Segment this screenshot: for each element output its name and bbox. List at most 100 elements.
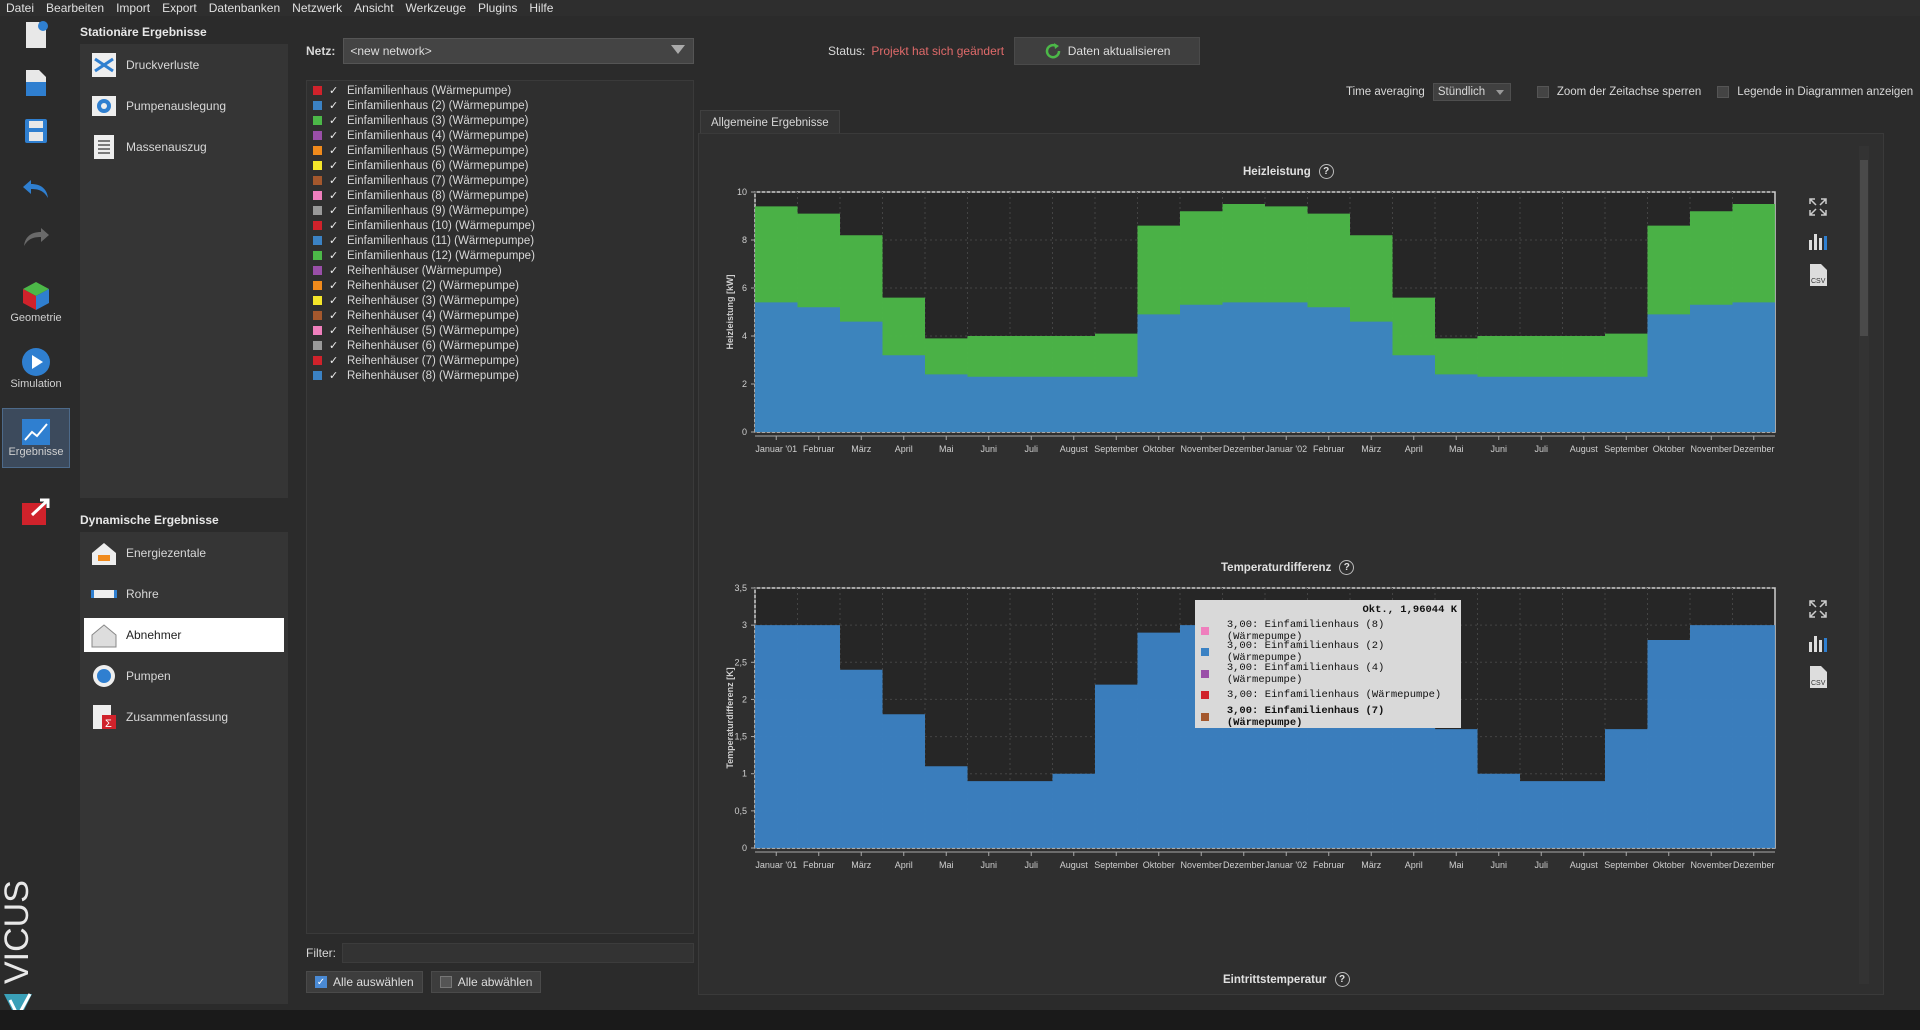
- checkmark-icon[interactable]: ✓: [329, 189, 341, 202]
- consumer-list-item[interactable]: ✓ Reihenhäuser (3) (Wärmepumpe): [313, 293, 693, 308]
- undo-button[interactable]: [2, 172, 70, 206]
- y-tick-label: 6: [742, 283, 747, 293]
- tab-general-results[interactable]: Allgemeine Ergebnisse: [700, 110, 840, 134]
- help-icon[interactable]: ?: [1339, 560, 1355, 575]
- consumer-list-item[interactable]: ✓ Einfamilienhaus (4) (Wärmepumpe): [313, 128, 693, 143]
- checkmark-icon[interactable]: ✓: [329, 354, 341, 367]
- consumers-button[interactable]: Abnehmer: [84, 618, 284, 652]
- pump-sizing-button[interactable]: Pumpenauslegung: [84, 89, 284, 123]
- save-project-button[interactable]: [2, 114, 70, 148]
- checkmark-icon[interactable]: ✓: [329, 159, 341, 172]
- menu-item[interactable]: Datei: [0, 1, 40, 15]
- consumer-list-item[interactable]: ✓ Reihenhäuser (8) (Wärmepumpe): [313, 368, 693, 383]
- consumer-list-item[interactable]: ✓ Reihenhäuser (2) (Wärmepumpe): [313, 278, 693, 293]
- bill-of-quantities-button[interactable]: Massenauszug: [84, 130, 284, 164]
- checkmark-icon[interactable]: ✓: [329, 309, 341, 322]
- consumer-list-item[interactable]: ✓ Einfamilienhaus (6) (Wärmepumpe): [313, 158, 693, 173]
- menu-item[interactable]: Bearbeiten: [40, 1, 110, 15]
- update-data-button[interactable]: Daten aktualisieren: [1014, 37, 1201, 65]
- consumer-list-item[interactable]: ✓ Einfamilienhaus (2) (Wärmepumpe): [313, 98, 693, 113]
- checkmark-icon[interactable]: ✓: [329, 144, 341, 157]
- consumer-name: Reihenhäuser (5) (Wärmepumpe): [347, 324, 519, 337]
- simulation-mode-button[interactable]: Simulation: [2, 340, 70, 396]
- chart-settings-button[interactable]: [1805, 228, 1831, 254]
- consumer-list-item[interactable]: ✓ Einfamilienhaus (12) (Wärmepumpe): [313, 248, 693, 263]
- save-icon: [25, 119, 47, 143]
- checkmark-icon[interactable]: ✓: [329, 279, 341, 292]
- checkmark-icon[interactable]: ✓: [329, 174, 341, 187]
- menu-item[interactable]: Datenbanken: [203, 1, 286, 15]
- show-legend-label: Legende in Diagrammen anzeigen: [1737, 86, 1914, 98]
- scrollbar-thumb[interactable]: [1860, 160, 1868, 336]
- new-file-icon: [26, 21, 48, 48]
- menu-item[interactable]: Werkzeuge: [400, 1, 472, 15]
- show-legend-checkbox[interactable]: [1717, 86, 1730, 98]
- chart-settings-button[interactable]: [1805, 630, 1831, 656]
- new-project-button[interactable]: [2, 18, 70, 52]
- filter-row: Filter:: [306, 942, 694, 964]
- consumer-list-item[interactable]: ✓ Einfamilienhaus (10) (Wärmepumpe): [313, 218, 693, 233]
- time-averaging-select[interactable]: Stündlich: [1432, 83, 1511, 101]
- help-icon[interactable]: ?: [1334, 972, 1350, 987]
- x-tick-label: September: [1604, 444, 1648, 454]
- consumer-list-item[interactable]: ✓ Reihenhäuser (Wärmepumpe): [313, 263, 693, 278]
- pressure-loss-button[interactable]: Druckverluste: [84, 48, 284, 82]
- checkmark-icon[interactable]: ✓: [329, 339, 341, 352]
- energy-center-button[interactable]: Energiezentale: [84, 536, 284, 570]
- checkmark-icon[interactable]: ✓: [329, 234, 341, 247]
- pumps-button[interactable]: Pumpen: [84, 659, 284, 693]
- consumer-name: Einfamilienhaus (9) (Wärmepumpe): [347, 204, 529, 217]
- filter-input[interactable]: [342, 943, 694, 963]
- menu-item[interactable]: Import: [110, 1, 156, 15]
- checkmark-icon[interactable]: ✓: [329, 294, 341, 307]
- export-csv-button[interactable]: CSV: [1805, 262, 1831, 288]
- results-scrollbar[interactable]: [1859, 146, 1869, 984]
- checkmark-icon[interactable]: ✓: [329, 129, 341, 142]
- select-all-button[interactable]: ✓ Alle auswählen: [306, 971, 423, 993]
- checkmark-icon[interactable]: ✓: [329, 114, 341, 127]
- summary-button[interactable]: Σ Zusammenfassung: [84, 700, 284, 734]
- svg-text:Σ: Σ: [105, 718, 112, 730]
- help-icon[interactable]: ?: [1318, 164, 1334, 179]
- results-mode-button[interactable]: Ergebnisse: [2, 408, 70, 468]
- zoom-fit-button[interactable]: [1805, 194, 1831, 220]
- x-tick-label: Juli: [1024, 444, 1038, 454]
- consumer-list-item[interactable]: ✓ Reihenhäuser (4) (Wärmepumpe): [313, 308, 693, 323]
- zoom-fit-button[interactable]: [1805, 596, 1831, 622]
- menu-item[interactable]: Hilfe: [523, 1, 559, 15]
- checkmark-icon[interactable]: ✓: [329, 324, 341, 337]
- checkmark-icon[interactable]: ✓: [329, 219, 341, 232]
- consumer-list-item[interactable]: ✓ Einfamilienhaus (Wärmepumpe): [313, 83, 693, 98]
- pipes-button[interactable]: Rohre: [84, 577, 284, 611]
- menu-item[interactable]: Ansicht: [348, 1, 399, 15]
- menu-item[interactable]: Netzwerk: [286, 1, 348, 15]
- redo-button[interactable]: [2, 220, 70, 254]
- zoom-lock-checkbox[interactable]: [1536, 86, 1549, 98]
- menu-item[interactable]: Export: [156, 1, 203, 15]
- menu-item[interactable]: Plugins: [472, 1, 523, 15]
- consumer-list-item[interactable]: ✓ Einfamilienhaus (5) (Wärmepumpe): [313, 143, 693, 158]
- checkmark-icon[interactable]: ✓: [329, 99, 341, 112]
- consumer-list-item[interactable]: ✓ Einfamilienhaus (8) (Wärmepumpe): [313, 188, 693, 203]
- consumer-list-item[interactable]: ✓ Einfamilienhaus (11) (Wärmepumpe): [313, 233, 693, 248]
- pressure-loss-icon: [90, 51, 118, 79]
- heating-power-chart[interactable]: 0 2 4 6 8 10 Januar '01 Februar März April Mai Juni…: [699, 182, 1785, 492]
- consumer-list-item[interactable]: ✓ Reihenhäuser (7) (Wärmepumpe): [313, 353, 693, 368]
- open-project-button[interactable]: [2, 66, 70, 100]
- checkmark-icon[interactable]: ✓: [329, 369, 341, 382]
- consumer-list-item[interactable]: ✓ Reihenhäuser (5) (Wärmepumpe): [313, 323, 693, 338]
- checkmark-icon[interactable]: ✓: [329, 204, 341, 217]
- deselect-all-button[interactable]: Alle abwählen: [430, 971, 542, 993]
- network-select[interactable]: <new network>: [343, 38, 694, 64]
- export-csv-button[interactable]: CSV: [1805, 664, 1831, 690]
- checkmark-icon[interactable]: ✓: [329, 249, 341, 262]
- consumer-list-item[interactable]: ✓ Einfamilienhaus (9) (Wärmepumpe): [313, 203, 693, 218]
- checkmark-icon[interactable]: ✓: [329, 84, 341, 97]
- export-button[interactable]: [2, 492, 70, 532]
- geometry-mode-button[interactable]: Geometrie: [2, 274, 70, 330]
- consumer-list-item[interactable]: ✓ Einfamilienhaus (7) (Wärmepumpe): [313, 173, 693, 188]
- consumer-list-item[interactable]: ✓ Einfamilienhaus (3) (Wärmepumpe): [313, 113, 693, 128]
- consumer-list-item[interactable]: ✓ Reihenhäuser (6) (Wärmepumpe): [313, 338, 693, 353]
- color-swatch: [313, 236, 322, 245]
- checkmark-icon[interactable]: ✓: [329, 264, 341, 277]
